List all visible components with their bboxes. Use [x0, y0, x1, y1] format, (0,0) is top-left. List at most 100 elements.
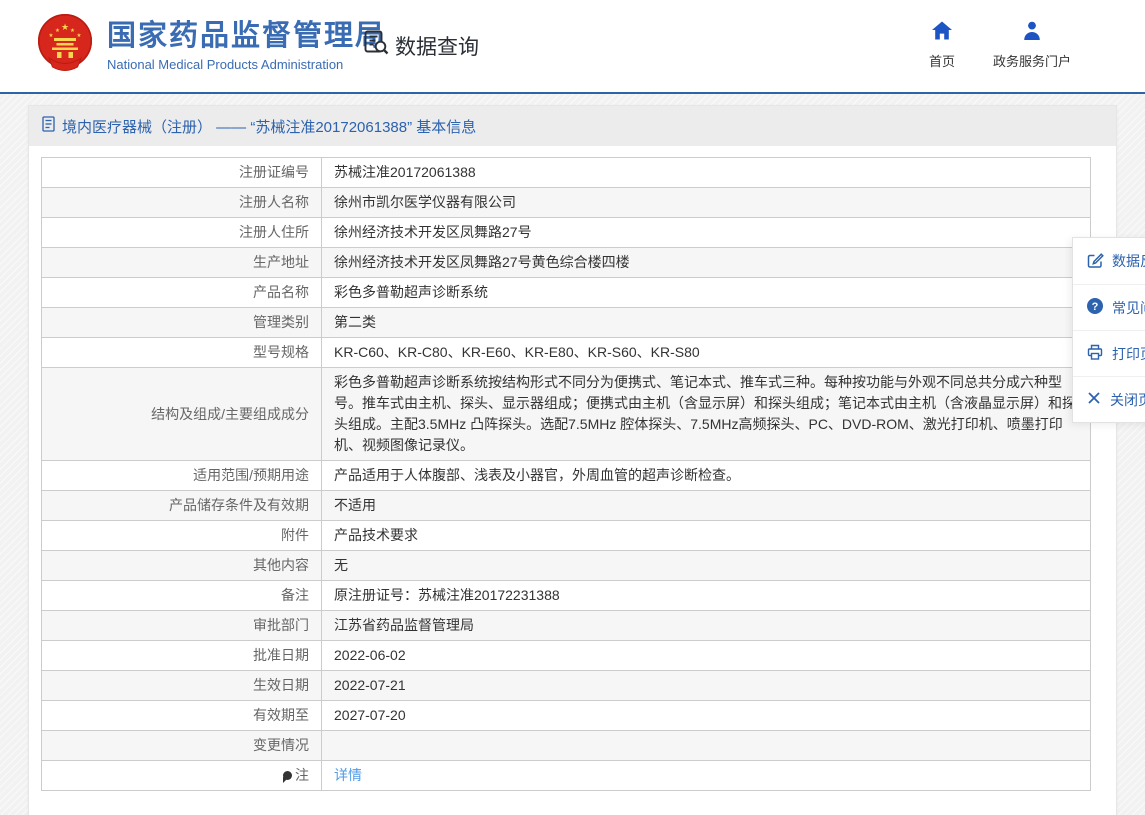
detail-link[interactable]: 详情: [334, 767, 362, 783]
table-row: 产品储存条件及有效期不适用: [42, 491, 1091, 521]
menu-item-faq[interactable]: ? 常见问题: [1073, 284, 1145, 330]
info-table-body: 注册证编号苏械注准20172061388注册人名称徐州市凯尔医学仪器有限公司注册…: [42, 158, 1091, 791]
row-label: 注册人名称: [42, 188, 322, 218]
row-value: 2022-06-02: [322, 641, 1091, 671]
menu-item-print[interactable]: 打印页面: [1073, 330, 1145, 376]
brand: ★ ★ ★ ★ ★ 国家药品监督管理局 National Medical Pro…: [36, 12, 386, 81]
row-value: 2027-07-20: [322, 701, 1091, 731]
nav-portal-label: 政务服务门户: [984, 51, 1080, 70]
row-label: 结构及组成/主要组成成分: [42, 368, 322, 461]
svg-text:?: ?: [1092, 301, 1099, 313]
row-label: 注册人住所: [42, 218, 322, 248]
feedback-edit-icon: [1086, 251, 1104, 272]
org-name-en: National Medical Products Administration: [107, 57, 386, 72]
site-header: ★ ★ ★ ★ ★ 国家药品监督管理局 National Medical Pro…: [0, 0, 1145, 92]
registration-info-table: 注册证编号苏械注准20172061388注册人名称徐州市凯尔医学仪器有限公司注册…: [41, 157, 1091, 791]
row-value: [322, 731, 1091, 761]
row-value: 彩色多普勒超声诊断系统按结构形式不同分为便携式、笔记本式、推车式三种。每种按功能…: [322, 368, 1091, 461]
national-emblem-logo: ★ ★ ★ ★ ★: [36, 12, 94, 81]
nav-home-label: 首页: [918, 51, 966, 70]
menu-item-feedback-label: 数据反馈: [1112, 251, 1145, 271]
table-row: 注册证编号苏械注准20172061388: [42, 158, 1091, 188]
row-label: 注册证编号: [42, 158, 322, 188]
row-value: 详情: [322, 761, 1091, 791]
row-value: 产品技术要求: [322, 521, 1091, 551]
print-icon: [1086, 343, 1104, 364]
table-row: 注详情: [42, 761, 1091, 791]
user-icon: [1021, 20, 1043, 46]
brand-text: 国家药品监督管理局 National Medical Products Admi…: [107, 21, 386, 72]
table-row: 注册人名称徐州市凯尔医学仪器有限公司: [42, 188, 1091, 218]
row-label: 管理类别: [42, 308, 322, 338]
document-icon: [42, 116, 55, 136]
svg-text:★: ★: [70, 28, 75, 34]
row-value: 徐州市凯尔医学仪器有限公司: [322, 188, 1091, 218]
nav-portal[interactable]: 政务服务门户: [984, 20, 1080, 70]
data-query-label: 数据查询: [395, 31, 479, 61]
floating-menu: 数据反馈 ? 常见问题 打印页面 关闭页面: [1072, 237, 1145, 423]
table-row: 生产地址徐州经济技术开发区凤舞路27号黄色综合楼四楼: [42, 248, 1091, 278]
row-value: 无: [322, 551, 1091, 581]
table-row: 有效期至2027-07-20: [42, 701, 1091, 731]
menu-item-feedback[interactable]: 数据反馈: [1073, 238, 1145, 284]
menu-item-close[interactable]: 关闭页面: [1073, 376, 1145, 422]
row-label: 变更情况: [42, 731, 322, 761]
table-row: 型号规格KR-C60、KR-C80、KR-E60、KR-E80、KR-S60、K…: [42, 338, 1091, 368]
svg-text:★: ★: [49, 33, 54, 39]
row-label: 生效日期: [42, 671, 322, 701]
row-value: KR-C60、KR-C80、KR-E60、KR-E80、KR-S60、KR-S8…: [322, 338, 1091, 368]
table-row: 审批部门江苏省药品监督管理局: [42, 611, 1091, 641]
row-label: 其他内容: [42, 551, 322, 581]
document-search-icon: [363, 29, 390, 62]
row-label: 注: [42, 761, 322, 791]
home-icon: [931, 20, 953, 46]
row-value: 徐州经济技术开发区凤舞路27号黄色综合楼四楼: [322, 248, 1091, 278]
menu-item-close-label: 关闭页面: [1110, 390, 1145, 410]
balloon-icon: [283, 771, 292, 780]
nav-home[interactable]: 首页: [918, 20, 966, 70]
page-title: 境内医疗器械（注册） —— “苏械注准20172061388” 基本信息: [62, 116, 476, 137]
table-row: 注册人住所徐州经济技术开发区凤舞路27号: [42, 218, 1091, 248]
table-row: 其他内容无: [42, 551, 1091, 581]
row-label: 备注: [42, 581, 322, 611]
table-row: 管理类别第二类: [42, 308, 1091, 338]
row-value: 江苏省药品监督管理局: [322, 611, 1091, 641]
row-value: 产品适用于人体腹部、浅表及小器官，外周血管的超声诊断检查。: [322, 461, 1091, 491]
close-icon: [1086, 390, 1102, 409]
row-label: 适用范围/预期用途: [42, 461, 322, 491]
table-row: 产品名称彩色多普勒超声诊断系统: [42, 278, 1091, 308]
row-label: 生产地址: [42, 248, 322, 278]
menu-item-print-label: 打印页面: [1112, 344, 1145, 364]
row-value: 徐州经济技术开发区凤舞路27号: [322, 218, 1091, 248]
question-circle-icon: ?: [1086, 297, 1104, 318]
row-label: 附件: [42, 521, 322, 551]
row-value: 苏械注准20172061388: [322, 158, 1091, 188]
svg-text:★: ★: [77, 33, 82, 39]
org-name-cn: 国家药品监督管理局: [107, 21, 386, 53]
row-value: 彩色多普勒超声诊断系统: [322, 278, 1091, 308]
info-card: 境内医疗器械（注册） —— “苏械注准20172061388” 基本信息 注册证…: [28, 105, 1117, 815]
svg-text:★: ★: [61, 22, 69, 32]
table-row: 备注原注册证号：苏械注准20172231388: [42, 581, 1091, 611]
row-value: 原注册证号：苏械注准20172231388: [322, 581, 1091, 611]
row-label: 审批部门: [42, 611, 322, 641]
row-label: 产品名称: [42, 278, 322, 308]
table-row: 结构及组成/主要组成成分彩色多普勒超声诊断系统按结构形式不同分为便携式、笔记本式…: [42, 368, 1091, 461]
table-row: 附件产品技术要求: [42, 521, 1091, 551]
table-row: 适用范围/预期用途产品适用于人体腹部、浅表及小器官，外周血管的超声诊断检查。: [42, 461, 1091, 491]
row-label: 批准日期: [42, 641, 322, 671]
row-label: 型号规格: [42, 338, 322, 368]
row-value: 2022-07-21: [322, 671, 1091, 701]
row-value: 不适用: [322, 491, 1091, 521]
row-label: 有效期至: [42, 701, 322, 731]
row-label: 产品储存条件及有效期: [42, 491, 322, 521]
menu-item-faq-label: 常见问题: [1112, 298, 1145, 318]
row-value: 第二类: [322, 308, 1091, 338]
svg-text:★: ★: [55, 28, 60, 34]
table-row: 批准日期2022-06-02: [42, 641, 1091, 671]
page-title-bar: 境内医疗器械（注册） —— “苏械注准20172061388” 基本信息: [29, 106, 1116, 146]
page-background: 境内医疗器械（注册） —— “苏械注准20172061388” 基本信息 注册证…: [0, 94, 1145, 815]
table-row: 生效日期2022-07-21: [42, 671, 1091, 701]
data-query-section[interactable]: 数据查询: [363, 29, 479, 62]
table-row: 变更情况: [42, 731, 1091, 761]
